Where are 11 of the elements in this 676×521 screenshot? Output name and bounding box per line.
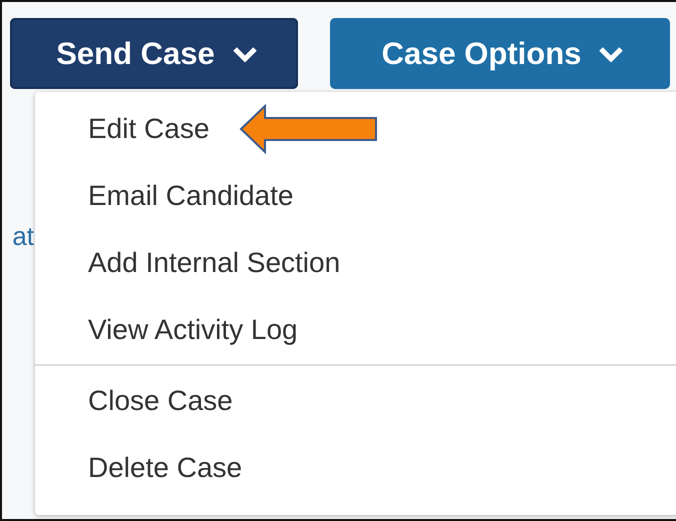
dropdown-button[interactable]: Case Options bbox=[330, 18, 670, 89]
chevron-down-icon bbox=[599, 46, 624, 62]
chevron-down-icon bbox=[232, 46, 257, 62]
menu-item[interactable]: Close Case bbox=[88, 384, 233, 416]
menu-item[interactable]: Add Internal Section bbox=[88, 246, 340, 278]
link-text: at bbox=[11, 221, 34, 253]
dropdown-button[interactable]: Send Case bbox=[10, 18, 298, 89]
menu-item[interactable]: Edit Case bbox=[88, 112, 210, 144]
menu-item[interactable]: Delete Case bbox=[88, 452, 242, 484]
menu-item[interactable]: Email Candidate bbox=[88, 180, 294, 212]
menu-item[interactable]: View Activity Log bbox=[88, 314, 298, 346]
